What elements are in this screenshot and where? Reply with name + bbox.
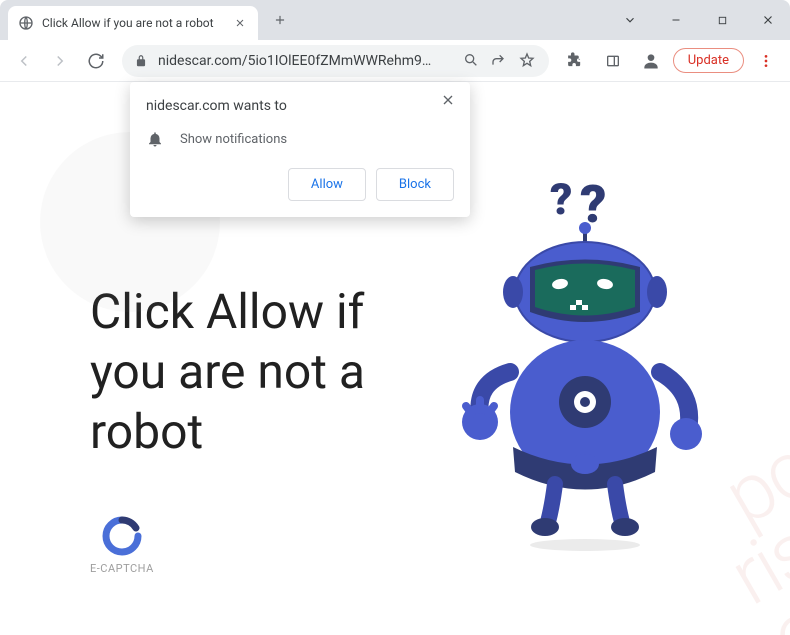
tab-strip: Click Allow if you are not a robot [0,0,790,40]
notification-message: Show notifications [180,132,287,147]
captcha-logo: E-CAPTCHA [90,516,154,575]
bell-icon [146,130,164,148]
chevron-down-icon[interactable] [616,6,644,34]
sidepanel-icon[interactable] [597,45,629,77]
reload-button[interactable] [80,45,112,77]
lock-icon [134,53,150,69]
browser-tab[interactable]: Click Allow if you are not a robot [8,6,258,40]
tab-title: Click Allow if you are not a robot [42,16,214,30]
notification-title: nidescar.com wants to [146,98,454,114]
close-tab-icon[interactable] [232,15,248,31]
browser-toolbar: nidescar.com/5io1IOlEE0fZMmWWRehm9… Upda… [0,40,790,82]
block-button[interactable]: Block [376,168,454,201]
menu-icon[interactable] [750,45,782,77]
captcha-icon [102,516,142,556]
star-icon[interactable] [519,52,537,70]
address-bar[interactable]: nidescar.com/5io1IOlEE0fZMmWWRehm9… [122,45,549,77]
window-controls [616,0,782,40]
share-icon[interactable] [491,52,509,70]
new-tab-button[interactable] [266,6,294,34]
notification-popup: nidescar.com wants to Show notifications… [130,82,470,217]
globe-icon [18,15,34,31]
update-button[interactable]: Update [673,48,744,73]
captcha-label: E-CAPTCHA [90,562,154,575]
close-icon[interactable] [440,92,458,110]
close-window-button[interactable] [754,6,782,34]
minimize-button[interactable] [662,6,690,34]
forward-button[interactable] [44,45,76,77]
allow-button[interactable]: Allow [288,168,366,201]
robot-illustration: ? ? [430,172,710,552]
back-button[interactable] [8,45,40,77]
extensions-icon[interactable] [559,45,591,77]
url-text: nidescar.com/5io1IOlEE0fZMmWWRehm9… [158,53,463,69]
zoom-icon[interactable] [463,52,481,70]
svg-text:?: ? [550,173,572,225]
profile-icon[interactable] [635,45,667,77]
maximize-button[interactable] [708,6,736,34]
